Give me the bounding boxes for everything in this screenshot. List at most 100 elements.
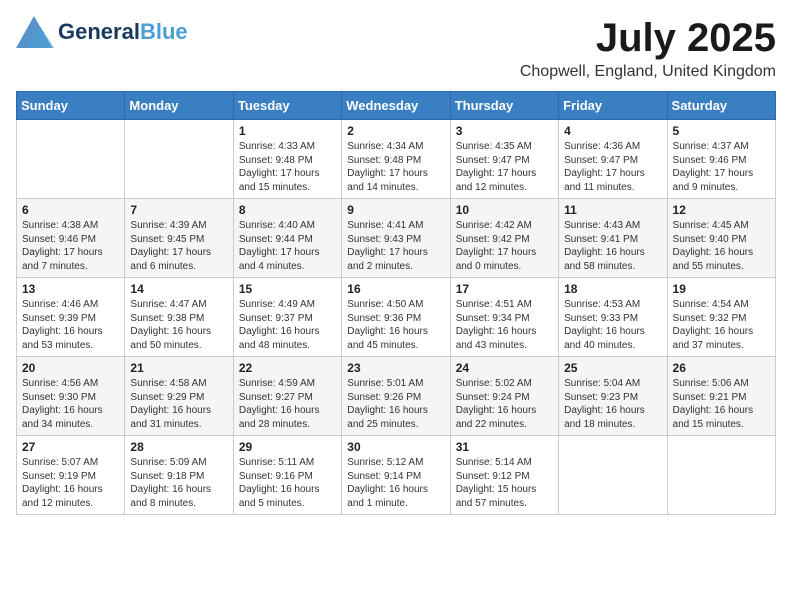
day-number: 7 (130, 203, 227, 217)
day-number: 22 (239, 361, 336, 375)
day-number: 9 (347, 203, 444, 217)
day-number: 31 (456, 440, 553, 454)
weekday-header-friday: Friday (559, 92, 667, 120)
day-number: 28 (130, 440, 227, 454)
cell-info: Sunrise: 4:46 AM Sunset: 9:39 PM Dayligh… (22, 298, 119, 352)
day-number: 26 (673, 361, 770, 375)
calendar-cell: 12 Sunrise: 4:45 AM Sunset: 9:40 PM Dayli… (667, 199, 775, 278)
calendar-cell (17, 120, 125, 199)
calendar-cell: 24 Sunrise: 5:02 AM Sunset: 9:24 PM Dayli… (450, 357, 558, 436)
calendar-cell: 15Sunrise: 4:49 AM Sunset: 9:37 PM Dayli… (233, 278, 341, 357)
cell-info: Sunrise: 5:09 AM Sunset: 9:18 PM Dayligh… (130, 456, 227, 510)
calendar-cell: 4 Sunrise: 4:36 AM Sunset: 9:47 PM Daylig… (559, 120, 667, 199)
calendar-cell: 7 Sunrise: 4:39 AM Sunset: 9:45 PM Daylig… (125, 199, 233, 278)
weekday-header-wednesday: Wednesday (342, 92, 450, 120)
cell-info: Sunrise: 4:54 AM Sunset: 9:32 PM Dayligh… (673, 298, 770, 352)
calendar-cell: 14 Sunrise: 4:47 AM Sunset: 9:38 PM Dayli… (125, 278, 233, 357)
cell-info: Sunrise: 4:45 AM Sunset: 9:40 PM Dayligh… (673, 219, 770, 273)
day-number: 14 (130, 282, 227, 296)
calendar-cell: 26 Sunrise: 5:06 AM Sunset: 9:21 PM Dayli… (667, 357, 775, 436)
weekday-header-monday: Monday (125, 92, 233, 120)
day-number: 20 (22, 361, 119, 375)
day-number: 8 (239, 203, 336, 217)
calendar-cell: 11 Sunrise: 4:43 AM Sunset: 9:41 PM Dayli… (559, 199, 667, 278)
title-block: July 2025 Chopwell, England, United King… (520, 16, 776, 81)
logo-text: GeneralBlue (58, 20, 188, 44)
logo-icon (16, 16, 54, 48)
calendar-week-row: 1 Sunrise: 4:33 AM Sunset: 9:48 PM Daylig… (17, 120, 776, 199)
cell-info: Sunrise: 4:47 AM Sunset: 9:38 PM Dayligh… (130, 298, 227, 352)
cell-info: Sunrise: 4:35 AM Sunset: 9:47 PM Dayligh… (456, 140, 553, 194)
day-number: 16 (347, 282, 444, 296)
day-number: 25 (564, 361, 661, 375)
weekday-header-sunday: Sunday (17, 92, 125, 120)
day-number: 12 (673, 203, 770, 217)
day-number: 23 (347, 361, 444, 375)
day-number: 5 (673, 124, 770, 138)
cell-info: Sunrise: 4:43 AM Sunset: 9:41 PM Dayligh… (564, 219, 661, 273)
calendar-cell: 16 Sunrise: 4:50 AM Sunset: 9:36 PM Dayli… (342, 278, 450, 357)
calendar-cell: 27 Sunrise: 5:07 AM Sunset: 9:19 PM Dayli… (17, 436, 125, 515)
cell-info: Sunrise: 4:33 AM Sunset: 9:48 PM Dayligh… (239, 140, 336, 194)
cell-info: Sunrise: 4:58 AM Sunset: 9:29 PM Dayligh… (130, 377, 227, 431)
calendar-cell: 1 Sunrise: 4:33 AM Sunset: 9:48 PM Daylig… (233, 120, 341, 199)
calendar-cell: 29 Sunrise: 5:11 AM Sunset: 9:16 PM Dayli… (233, 436, 341, 515)
calendar-cell: 20 Sunrise: 4:56 AM Sunset: 9:30 PM Dayli… (17, 357, 125, 436)
cell-info: Sunrise: 5:12 AM Sunset: 9:14 PM Dayligh… (347, 456, 444, 510)
day-number: 24 (456, 361, 553, 375)
cell-info: Sunrise: 4:41 AM Sunset: 9:43 PM Dayligh… (347, 219, 444, 273)
cell-info: Sunrise: 4:49 AM Sunset: 9:37 PM Dayligh… (239, 298, 336, 352)
cell-info: Sunrise: 5:01 AM Sunset: 9:26 PM Dayligh… (347, 377, 444, 431)
calendar-cell (667, 436, 775, 515)
calendar-cell (125, 120, 233, 199)
calendar-cell: 31 Sunrise: 5:14 AM Sunset: 9:12 PM Dayli… (450, 436, 558, 515)
calendar-cell: 9 Sunrise: 4:41 AM Sunset: 9:43 PM Daylig… (342, 199, 450, 278)
day-number: 21 (130, 361, 227, 375)
day-number: 27 (22, 440, 119, 454)
day-number: 1 (239, 124, 336, 138)
calendar-week-row: 20 Sunrise: 4:56 AM Sunset: 9:30 PM Dayli… (17, 357, 776, 436)
day-number: 11 (564, 203, 661, 217)
calendar-cell (559, 436, 667, 515)
calendar-cell: 17 Sunrise: 4:51 AM Sunset: 9:34 PM Dayli… (450, 278, 558, 357)
calendar-week-row: 13Sunrise: 4:46 AM Sunset: 9:39 PM Dayli… (17, 278, 776, 357)
calendar-cell: 19Sunrise: 4:54 AM Sunset: 9:32 PM Dayli… (667, 278, 775, 357)
cell-info: Sunrise: 4:38 AM Sunset: 9:46 PM Dayligh… (22, 219, 119, 273)
calendar-cell: 3Sunrise: 4:35 AM Sunset: 9:47 PM Daylig… (450, 120, 558, 199)
day-number: 29 (239, 440, 336, 454)
cell-info: Sunrise: 5:14 AM Sunset: 9:12 PM Dayligh… (456, 456, 553, 510)
cell-info: Sunrise: 4:53 AM Sunset: 9:33 PM Dayligh… (564, 298, 661, 352)
cell-info: Sunrise: 4:50 AM Sunset: 9:36 PM Dayligh… (347, 298, 444, 352)
cell-info: Sunrise: 4:34 AM Sunset: 9:48 PM Dayligh… (347, 140, 444, 194)
cell-info: Sunrise: 4:51 AM Sunset: 9:34 PM Dayligh… (456, 298, 553, 352)
calendar-cell: 25Sunrise: 5:04 AM Sunset: 9:23 PM Dayli… (559, 357, 667, 436)
page-header: GeneralBlue July 2025 Chopwell, England,… (16, 16, 776, 81)
day-number: 6 (22, 203, 119, 217)
day-number: 17 (456, 282, 553, 296)
cell-info: Sunrise: 4:37 AM Sunset: 9:46 PM Dayligh… (673, 140, 770, 194)
calendar-week-row: 27 Sunrise: 5:07 AM Sunset: 9:19 PM Dayli… (17, 436, 776, 515)
day-number: 4 (564, 124, 661, 138)
calendar-cell: 6 Sunrise: 4:38 AM Sunset: 9:46 PM Daylig… (17, 199, 125, 278)
calendar-cell: 8Sunrise: 4:40 AM Sunset: 9:44 PM Daylig… (233, 199, 341, 278)
cell-info: Sunrise: 4:36 AM Sunset: 9:47 PM Dayligh… (564, 140, 661, 194)
cell-info: Sunrise: 5:07 AM Sunset: 9:19 PM Dayligh… (22, 456, 119, 510)
day-number: 30 (347, 440, 444, 454)
calendar-cell: 30 Sunrise: 5:12 AM Sunset: 9:14 PM Dayli… (342, 436, 450, 515)
cell-info: Sunrise: 5:06 AM Sunset: 9:21 PM Dayligh… (673, 377, 770, 431)
calendar-table: SundayMondayTuesdayWednesdayThursdayFrid… (16, 91, 776, 515)
calendar-cell: 23 Sunrise: 5:01 AM Sunset: 9:26 PM Dayli… (342, 357, 450, 436)
weekday-header-tuesday: Tuesday (233, 92, 341, 120)
day-number: 2 (347, 124, 444, 138)
cell-info: Sunrise: 5:02 AM Sunset: 9:24 PM Dayligh… (456, 377, 553, 431)
day-number: 10 (456, 203, 553, 217)
logo: GeneralBlue (16, 16, 188, 48)
cell-info: Sunrise: 4:39 AM Sunset: 9:45 PM Dayligh… (130, 219, 227, 273)
calendar-cell: 18Sunrise: 4:53 AM Sunset: 9:33 PM Dayli… (559, 278, 667, 357)
calendar-cell: 10Sunrise: 4:42 AM Sunset: 9:42 PM Dayli… (450, 199, 558, 278)
weekday-header-thursday: Thursday (450, 92, 558, 120)
month-title: July 2025 (520, 16, 776, 61)
cell-info: Sunrise: 5:11 AM Sunset: 9:16 PM Dayligh… (239, 456, 336, 510)
cell-info: Sunrise: 4:56 AM Sunset: 9:30 PM Dayligh… (22, 377, 119, 431)
weekday-header-saturday: Saturday (667, 92, 775, 120)
